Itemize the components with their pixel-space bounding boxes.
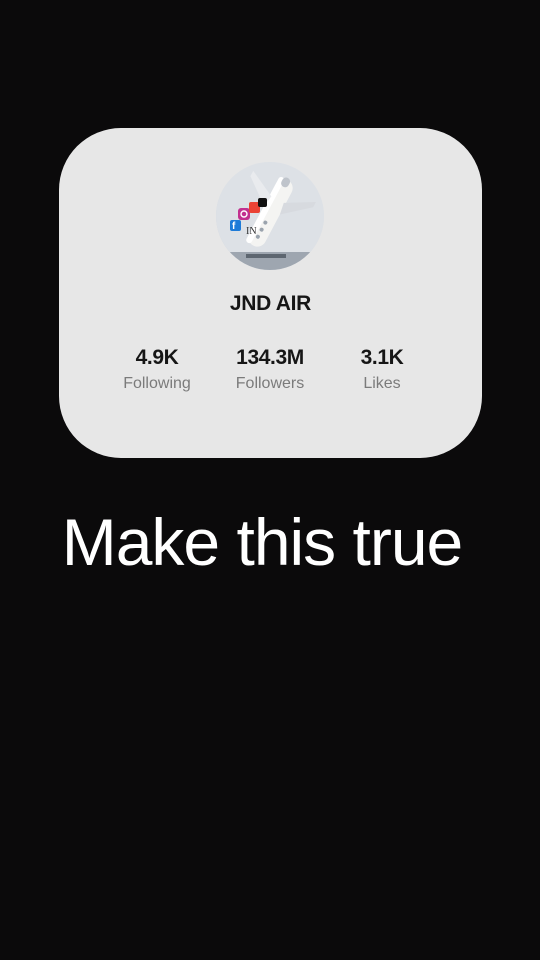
- stat-likes[interactable]: 3.1K Likes: [322, 344, 442, 395]
- profile-stats: 4.9K Following 134.3M Followers 3.1K Lik…: [59, 344, 482, 404]
- screen: f IN JND AIR 4.9K Following 134.3M Follo…: [0, 0, 540, 960]
- stat-following[interactable]: 4.9K Following: [97, 344, 217, 395]
- profile-avatar[interactable]: f IN: [216, 162, 324, 270]
- stat-following-value: 4.9K: [135, 346, 179, 369]
- stat-followers-label: Followers: [235, 375, 305, 392]
- profile-name: JND AIR: [229, 292, 312, 315]
- stat-likes-value: 3.1K: [360, 346, 404, 369]
- stat-following-label: Following: [123, 375, 191, 392]
- video-caption: Make this true: [61, 505, 464, 579]
- stat-likes-label: Likes: [363, 375, 401, 392]
- airplane-social-logo-icon: f IN: [216, 162, 324, 270]
- stat-followers-value: 134.3M: [236, 346, 304, 369]
- stat-followers[interactable]: 134.3M Followers: [210, 344, 330, 395]
- svg-text:IN: IN: [246, 226, 257, 237]
- profile-card: f IN JND AIR 4.9K Following 134.3M Follo…: [59, 128, 482, 458]
